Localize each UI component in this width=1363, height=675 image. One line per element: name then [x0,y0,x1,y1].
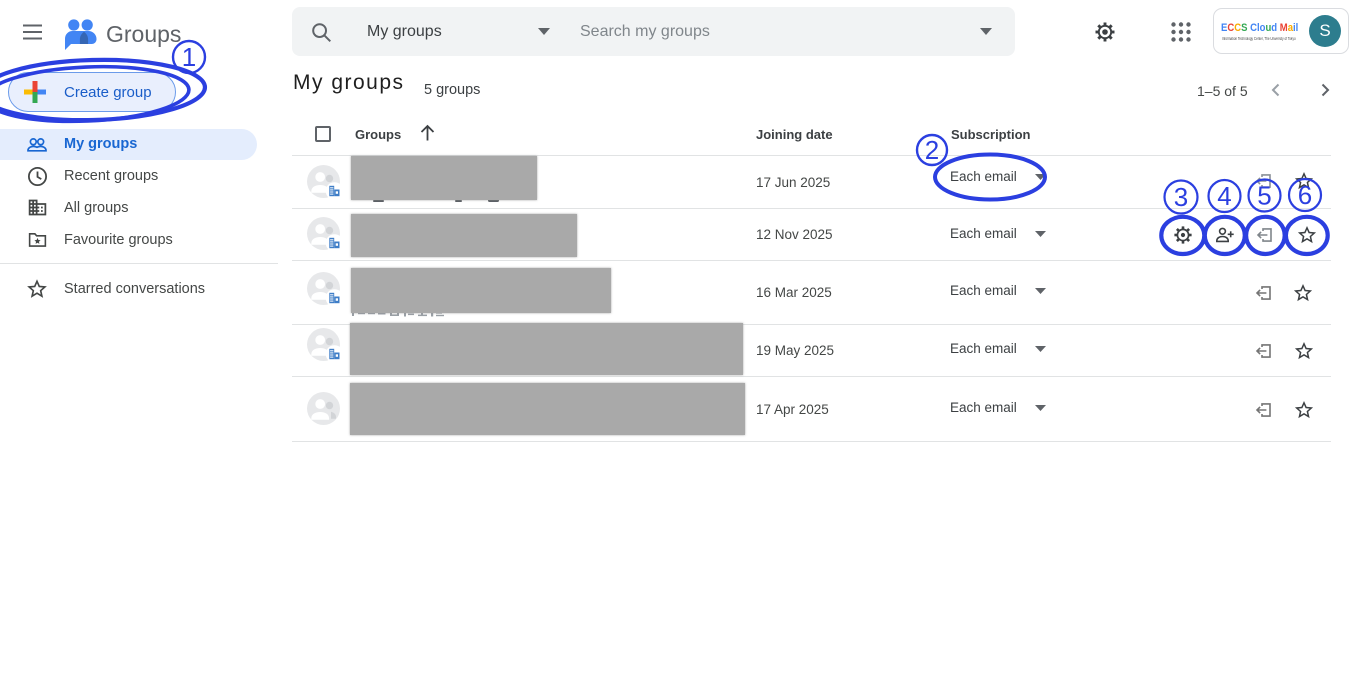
svg-text:4: 4 [1217,181,1231,211]
svg-text:5: 5 [1257,181,1271,211]
svg-text:1: 1 [182,42,196,72]
svg-text:3: 3 [1174,182,1188,212]
svg-text:6: 6 [1298,180,1312,210]
svg-text:2: 2 [925,135,939,165]
